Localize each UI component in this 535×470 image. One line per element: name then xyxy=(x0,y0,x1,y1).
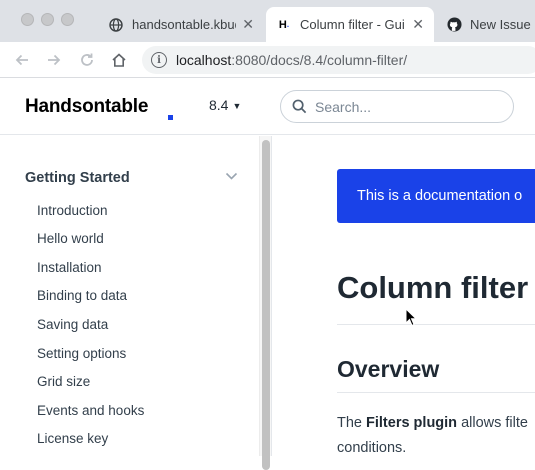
section-heading-overview: Overview xyxy=(337,356,440,382)
window-minimize-button[interactable] xyxy=(41,13,54,26)
para-text: allows filte xyxy=(457,415,528,431)
window-zoom-button[interactable] xyxy=(61,13,74,26)
overview-paragraph: The Filters plugin allows filte conditio… xyxy=(337,411,535,456)
sidebar-item-introduction[interactable]: Introduction xyxy=(37,203,108,218)
browser-tab-strip: handsontable.kbud ✕ H. Column filter - G… xyxy=(0,0,535,42)
tab-title: handsontable.kbud xyxy=(132,17,237,32)
mouse-cursor-icon xyxy=(405,308,417,327)
handsontable-logo[interactable]: Handsontable xyxy=(25,96,148,118)
sidebar-item-saving-data[interactable]: Saving data xyxy=(37,317,108,332)
forward-arrow-icon[interactable] xyxy=(43,49,65,71)
chevron-down-icon[interactable] xyxy=(225,172,238,181)
scrollbar-thumb[interactable] xyxy=(262,140,270,470)
sidebar-item-setting-options[interactable]: Setting options xyxy=(37,346,126,361)
browser-toolbar: i localhost:8080/docs/8.4/column-filter/ xyxy=(0,42,535,78)
handsontable-h-icon: H. xyxy=(278,18,290,31)
filters-plugin-link[interactable]: Filters plugin xyxy=(366,415,457,431)
site-header: Handsontable 8.4 ▼ Search... xyxy=(0,79,535,135)
home-icon[interactable] xyxy=(108,49,130,71)
address-bar[interactable]: i localhost:8080/docs/8.4/column-filter/ xyxy=(142,46,535,74)
main-content: This is a documentation o Column filter … xyxy=(273,136,535,456)
sidebar: Getting Started Introduction Hello world… xyxy=(0,136,259,456)
browser-tab[interactable]: New Issue · xyxy=(436,7,535,42)
globe-icon xyxy=(108,17,124,33)
version-label: 8.4 xyxy=(209,97,229,113)
page-title: Column filter xyxy=(337,270,529,305)
banner-text: This is a documentation o xyxy=(357,188,523,204)
sidebar-item-installation[interactable]: Installation xyxy=(37,260,102,275)
documentation-banner: This is a documentation o xyxy=(337,169,535,223)
divider xyxy=(337,392,535,393)
url-path: :8080/docs/8.4/column-filter/ xyxy=(231,52,408,68)
tab-close-icon[interactable]: ✕ xyxy=(242,16,254,33)
search-input[interactable]: Search... xyxy=(280,90,514,123)
window-close-button[interactable] xyxy=(21,13,34,26)
sidebar-item-events-and-hooks[interactable]: Events and hooks xyxy=(37,403,144,418)
browser-tab-active[interactable]: H. Column filter - Gui ✕ xyxy=(266,7,434,42)
sidebar-item-binding-to-data[interactable]: Binding to data xyxy=(37,288,127,303)
url-host: localhost xyxy=(176,52,232,68)
sidebar-section-getting-started[interactable]: Getting Started xyxy=(25,170,130,186)
sidebar-item-license-key[interactable]: License key xyxy=(37,431,108,446)
logo-dot xyxy=(168,115,173,120)
tab-close-icon[interactable]: ✕ xyxy=(412,16,424,33)
search-placeholder: Search... xyxy=(315,98,372,115)
para-text: conditions. xyxy=(337,440,407,456)
sidebar-scrollbar[interactable] xyxy=(259,136,272,470)
sidebar-item-hello-world[interactable]: Hello world xyxy=(37,231,104,246)
github-icon xyxy=(446,17,462,33)
tab-title: New Issue · xyxy=(470,17,535,32)
para-text: The xyxy=(337,415,367,431)
search-icon xyxy=(292,99,307,114)
version-selector[interactable]: 8.4 ▼ xyxy=(209,97,241,113)
back-arrow-icon[interactable] xyxy=(11,49,33,71)
tab-title: Column filter - Gui xyxy=(300,17,405,32)
sidebar-item-grid-size[interactable]: Grid size xyxy=(37,374,90,389)
info-icon[interactable]: i xyxy=(151,52,167,68)
browser-tab[interactable]: handsontable.kbud ✕ xyxy=(98,7,264,42)
divider xyxy=(337,324,535,325)
caret-down-icon: ▼ xyxy=(232,101,242,111)
reload-icon[interactable] xyxy=(76,49,98,71)
